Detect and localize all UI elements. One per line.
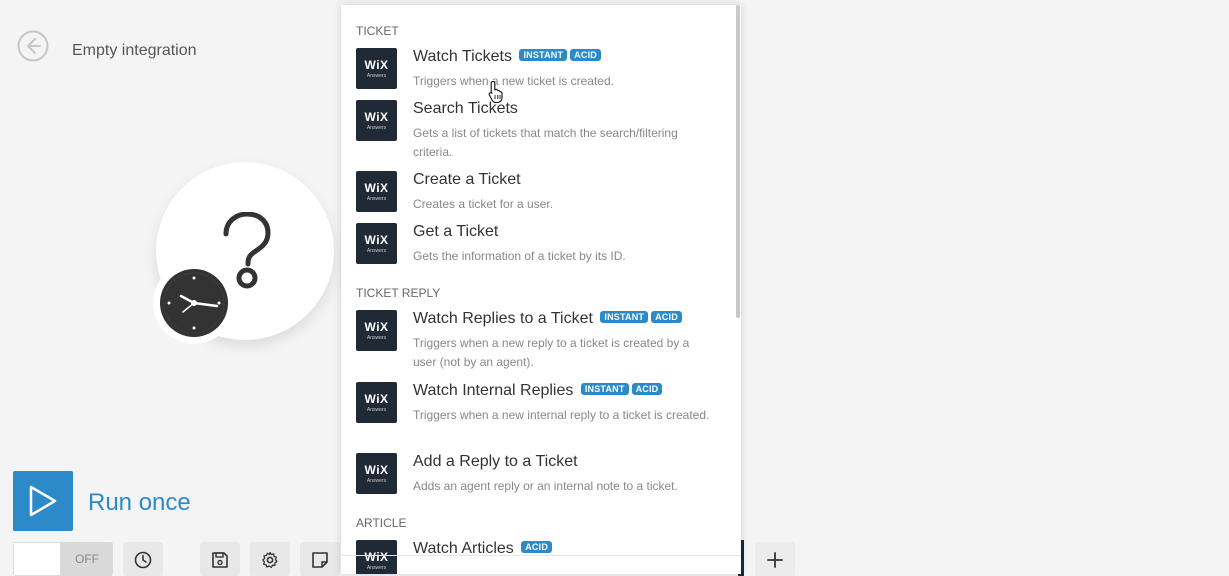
play-icon xyxy=(29,485,57,517)
scheduling-toggle[interactable]: OFF xyxy=(13,542,113,576)
wix-answers-logo: WiX Answers xyxy=(356,171,397,212)
history-clock-icon xyxy=(134,551,152,569)
notes-button[interactable] xyxy=(300,542,340,576)
add-module-button[interactable] xyxy=(755,542,795,576)
item-description: Adds an agent reply or an internal note … xyxy=(413,479,678,493)
section-title-article: ARTICLE xyxy=(356,516,407,530)
acid-badge: ACID xyxy=(631,383,663,395)
wix-answers-logo: WiX Answers xyxy=(356,310,397,351)
toggle-state: OFF xyxy=(61,542,113,576)
instant-badge: INSTANT xyxy=(600,311,649,323)
section-title-ticket-reply: TICKET REPLY xyxy=(356,286,441,300)
back-button[interactable] xyxy=(17,30,49,62)
run-once-label[interactable]: Run once xyxy=(88,489,191,517)
run-once-button[interactable] xyxy=(13,471,73,531)
save-icon xyxy=(212,552,228,568)
item-name: Watch Tickets xyxy=(413,48,512,65)
item-description: Triggers when a new reply to a ticket is… xyxy=(413,336,690,369)
wix-answers-logo: WiX Answers xyxy=(356,382,397,423)
item-name: Get a Ticket xyxy=(413,223,499,240)
wix-answers-logo: WiX Answers xyxy=(356,100,397,141)
hand-cursor-icon xyxy=(488,80,503,104)
acid-badge: ACID xyxy=(521,541,553,553)
wix-answers-logo: WiX Answers xyxy=(356,453,397,494)
note-icon xyxy=(312,552,328,568)
plus-icon xyxy=(767,552,783,568)
item-description: Triggers when a new ticket is created. xyxy=(413,74,614,88)
item-description: Triggers when a new internal reply to a … xyxy=(413,408,710,422)
clock-icon xyxy=(160,269,228,337)
item-description: Creates a ticket for a user. xyxy=(413,197,554,211)
acid-badge: ACID xyxy=(570,49,601,61)
schedule-badge[interactable] xyxy=(153,262,235,344)
wix-answers-logo: WiX Answers xyxy=(356,223,397,264)
integration-title[interactable]: Empty integration xyxy=(72,42,197,60)
item-description: Gets a list of tickets that match the se… xyxy=(413,126,678,159)
item-name: Watch Internal Replies xyxy=(413,382,574,399)
instant-badge: INSTANT xyxy=(580,383,629,395)
item-description: Gets the information of a ticket by its … xyxy=(413,249,626,263)
wix-answers-logo: WiX Answers xyxy=(356,48,397,89)
item-name: Watch Replies to a Ticket xyxy=(413,310,593,327)
save-button[interactable] xyxy=(200,542,240,576)
back-arrow-icon xyxy=(17,30,49,62)
instant-badge: INSTANT xyxy=(519,49,568,61)
menu-scrollbar[interactable] xyxy=(736,5,740,318)
section-title-ticket: TICKET xyxy=(356,24,399,38)
item-name: Create a Ticket xyxy=(413,171,521,188)
module-picker-menu[interactable]: TICKET WiX Answers Watch Tickets INSTANT A… xyxy=(341,5,741,574)
scheduling-button[interactable] xyxy=(123,542,163,576)
gear-icon xyxy=(262,551,278,569)
item-name: Add a Reply to a Ticket xyxy=(413,453,578,470)
menu-footer-divider xyxy=(341,555,741,556)
acid-badge: ACID xyxy=(651,311,682,323)
wix-answers-logo: WiX Answers xyxy=(356,540,397,574)
settings-button[interactable] xyxy=(250,542,290,576)
toggle-knob xyxy=(13,542,61,576)
